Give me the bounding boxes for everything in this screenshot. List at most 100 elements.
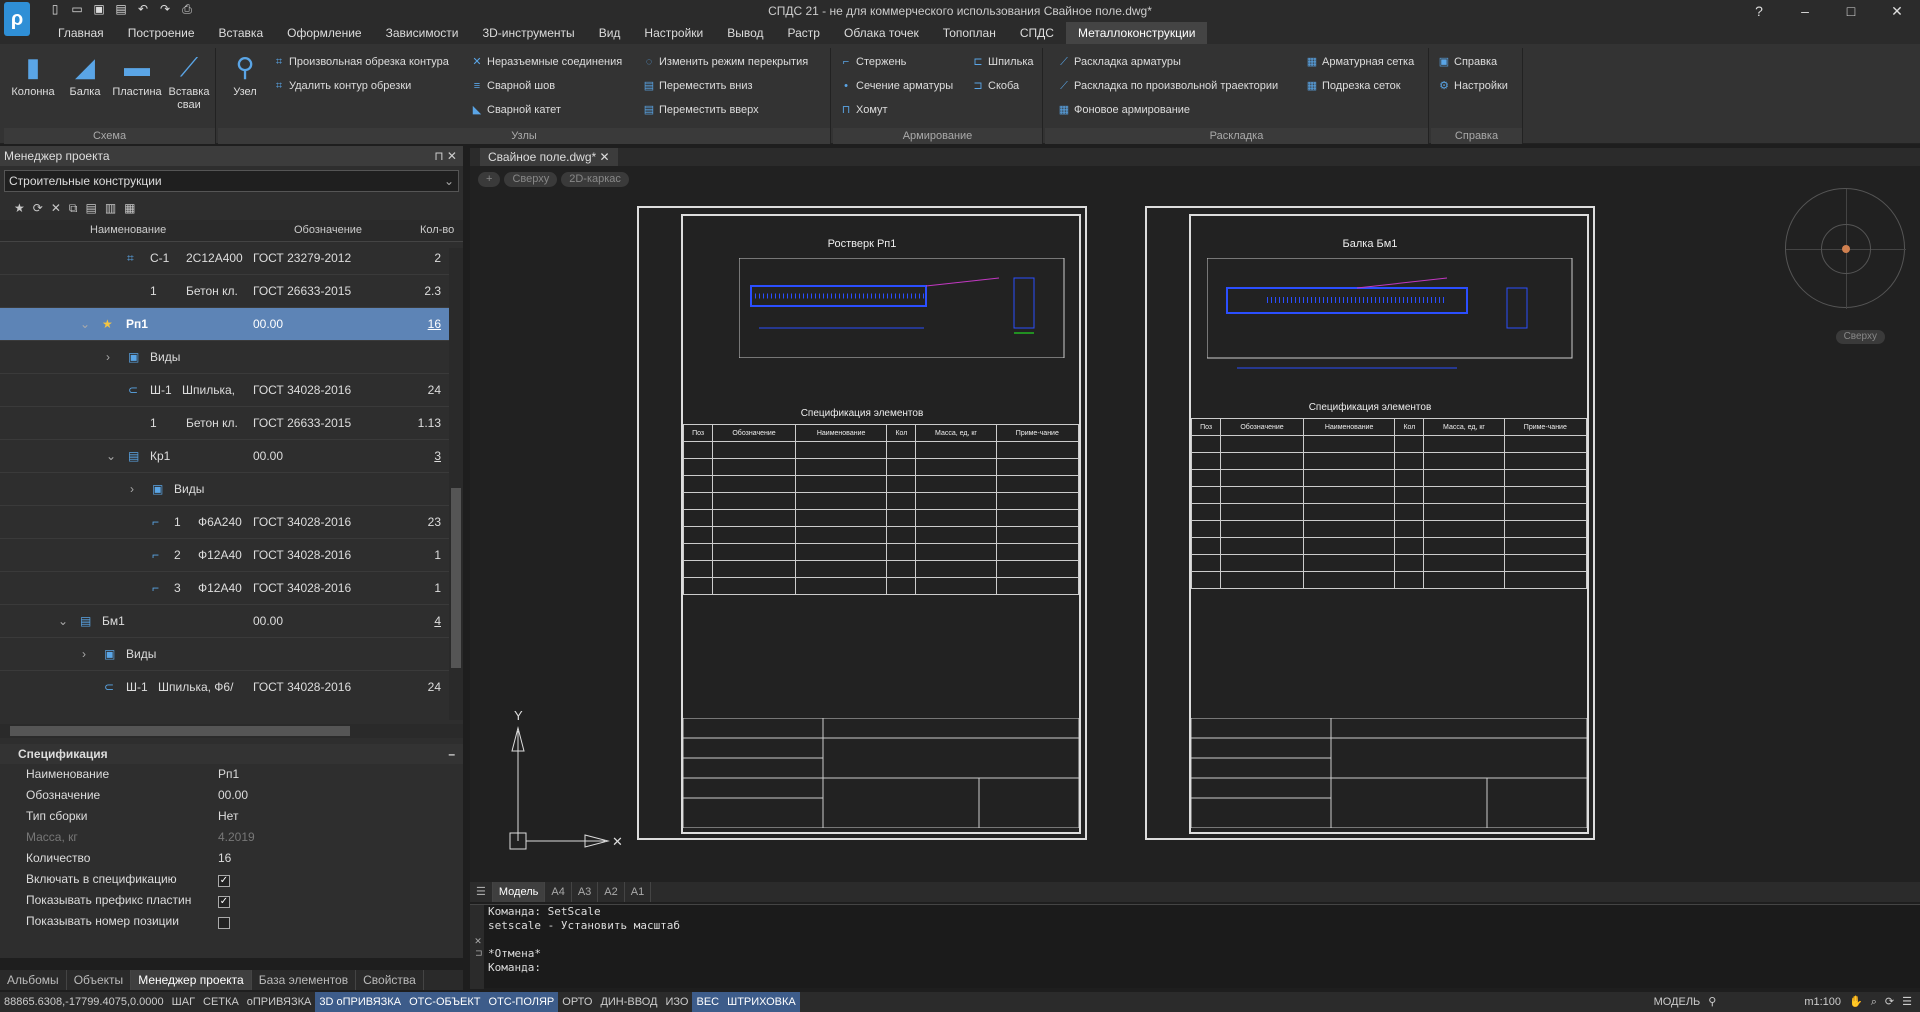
tree-row[interactable]: ⊂ Ш-1 Шпилька, Ф6/ГОСТ 34028-2016 24 (0, 671, 463, 702)
tab-metal-structures[interactable]: Металлоконструкции (1065, 22, 1208, 44)
tree-row[interactable]: › ▣ Виды (0, 638, 463, 671)
drawing-sheet-2[interactable]: Балка Бм1 Спецификация элементов Поз Обоз… (1145, 206, 1595, 840)
tab-properties[interactable]: Свойства (356, 970, 424, 990)
toggle-snap[interactable]: ШАГ (168, 992, 199, 1012)
zoom-icon[interactable]: ⌕ (1867, 992, 1881, 1012)
view-direction-button[interactable]: Сверху (504, 172, 558, 187)
tree-horizontal-scrollbar[interactable] (0, 724, 463, 738)
help-button[interactable]: ▣ Справка (1437, 52, 1497, 72)
tab-a1[interactable]: А1 (625, 882, 652, 902)
prop-row[interactable]: Включать в спецификацию ✓ (0, 869, 463, 890)
collapse-chevron-icon[interactable]: ⌄ (58, 614, 68, 628)
tree-row[interactable]: ⌐ 1 Ф6А240 ГОСТ 34028-2016 23 (0, 506, 463, 539)
tab-model[interactable]: Модель (492, 882, 546, 902)
close-button[interactable]: ✕ (1874, 0, 1920, 22)
toggle-3d-osnap[interactable]: 3D оПРИВЯЗКА (315, 992, 406, 1012)
tab-home[interactable]: Главная (46, 22, 116, 44)
tab-a3[interactable]: А3 (572, 882, 599, 902)
scrollbar-thumb[interactable] (451, 488, 461, 668)
delete-icon[interactable]: ✕ (51, 201, 61, 215)
prop-row[interactable]: Наименование Рп1 (0, 764, 463, 785)
command-input[interactable]: Команда: (488, 961, 541, 974)
expand-chevron-icon[interactable]: › (130, 482, 134, 496)
toggle-osnap[interactable]: оПРИВЯЗКА (243, 992, 316, 1012)
export-icon[interactable]: ▥ (105, 201, 116, 215)
collapse-chevron-icon[interactable]: ⌄ (80, 317, 90, 331)
model-space-indicator[interactable]: МОДЕЛЬ (1650, 992, 1705, 1012)
tab-3d[interactable]: 3D-инструменты (470, 22, 586, 44)
plate-button[interactable]: ▬ Пластина (112, 52, 162, 99)
tab-objects[interactable]: Объекты (67, 970, 132, 990)
layout-menu-icon[interactable]: ☰ (470, 882, 493, 902)
node-button[interactable]: ⚲ Узел (220, 52, 270, 99)
tab-build[interactable]: Построение (116, 22, 207, 44)
beam-button[interactable]: ◢ Балка (60, 52, 110, 99)
include-in-spec-checkbox[interactable]: ✓ (218, 875, 230, 887)
arbitrary-contour-cut-button[interactable]: ⌗ Произвольная обрезка контура (272, 52, 449, 72)
prop-row[interactable]: Обозначение 00.00 (0, 785, 463, 806)
visual-style-button[interactable]: 2D-каркас (561, 172, 629, 187)
tab-a2[interactable]: А2 (598, 882, 625, 902)
col-qty-header[interactable]: Кол-во (420, 224, 454, 236)
spec-header[interactable]: Спецификация – (0, 744, 463, 764)
panel-pin-close[interactable]: ⊓ ✕ (434, 146, 457, 166)
column-button[interactable]: ▮ Колонна (8, 52, 58, 99)
stirrup-button[interactable]: ⊓ Хомут (839, 100, 888, 120)
close-icon[interactable]: ✕ (600, 150, 610, 164)
category-combobox[interactable]: Строительные конструкции ⌄ (4, 170, 459, 192)
rod-button[interactable]: ⌐ Стержень (839, 52, 907, 72)
tab-output[interactable]: Вывод (715, 22, 775, 44)
arbitrary-trajectory-layout-button[interactable]: ⟋ Раскладка по произвольной траектории (1057, 76, 1278, 96)
annotation-icon[interactable]: ⚲ (1704, 992, 1720, 1012)
prop-row[interactable]: Показывать номер позиции (0, 911, 463, 932)
pan-icon[interactable]: ✋ (1845, 992, 1867, 1012)
remove-cut-contour-button[interactable]: ⌗ Удалить контур обрезки (272, 76, 411, 96)
rebar-layout-button[interactable]: ⟋ Раскладка арматуры (1057, 52, 1181, 72)
toggle-hatch[interactable]: ШТРИХОВКА (723, 992, 800, 1012)
tree-row[interactable]: › ▣ Виды (0, 341, 463, 374)
insert-pile-button[interactable]: ⟋ Вставка сваи (164, 52, 214, 112)
move-down-button[interactable]: ▤ Переместить вниз (642, 76, 753, 96)
minimize-button[interactable]: – (1782, 0, 1828, 22)
copy-icon[interactable]: ⧉ (69, 201, 78, 216)
tree-row[interactable]: › ▣ Виды (0, 473, 463, 506)
app-logo[interactable]: ρ (4, 2, 30, 36)
toggle-polar-tracking[interactable]: ОТС-ПОЛЯР (484, 992, 559, 1012)
tree-row[interactable]: ⌄ ▤ Кр1 00.00 3 (0, 440, 463, 473)
tab-format[interactable]: Оформление (275, 22, 373, 44)
tab-view[interactable]: Вид (587, 22, 633, 44)
viewport-menu-button[interactable]: + (478, 172, 501, 187)
weld-leg-button[interactable]: ◣ Сварной катет (470, 100, 561, 120)
tree-row-selected[interactable]: ⌄ ★ Рп1 00.00 16 (0, 308, 463, 341)
tab-element-base[interactable]: База элементов (252, 970, 357, 990)
tree-row[interactable]: ⌗ С-1 2С12А400 ГОСТ 23279-2012 2 (0, 242, 463, 275)
compass-view-label[interactable]: Сверху (1835, 330, 1885, 344)
show-plate-prefix-checkbox[interactable]: ✓ (218, 896, 230, 908)
prop-row[interactable]: Показывать префикс пластин ✓ (0, 890, 463, 911)
tree-row[interactable]: ⌐ 2 Ф12А40 ГОСТ 34028-2016 1 (0, 539, 463, 572)
tree-row[interactable]: ⌄ ▤ Бм1 00.00 4 (0, 605, 463, 638)
prop-row[interactable]: Количество 16 (0, 848, 463, 869)
change-overlap-mode-button[interactable]: ◌ Изменить режим перекрытия (642, 52, 808, 72)
prop-row[interactable]: Тип сборки Нет (0, 806, 463, 827)
col-name-header[interactable]: Наименование (90, 224, 166, 236)
rebar-mesh-button[interactable]: ▦ Арматурная сетка (1305, 52, 1414, 72)
weld-seam-button[interactable]: ≡ Сварной шов (470, 76, 555, 96)
help-icon[interactable]: ? (1736, 0, 1782, 22)
bracket-button[interactable]: ⊐ Скоба (971, 76, 1019, 96)
orbit-icon[interactable]: ⟳ (1881, 992, 1898, 1012)
tab-topoplan[interactable]: Топоплан (931, 22, 1008, 44)
tab-spds[interactable]: СПДС (1008, 22, 1066, 44)
tab-project-manager[interactable]: Менеджер проекта (131, 970, 252, 990)
maximize-button[interactable]: □ (1828, 0, 1874, 22)
permanent-joints-button[interactable]: ✕ Неразъемные соединения (470, 52, 622, 72)
annotation-scale[interactable]: m1:100 (1800, 992, 1845, 1012)
tab-insert[interactable]: Вставка (207, 22, 276, 44)
toggle-lineweight[interactable]: ВЕС (692, 992, 724, 1012)
collapse-chevron-icon[interactable]: ⌄ (106, 449, 116, 463)
command-line-panel[interactable]: ✕ ⊓ Команда: SetScale setscale - Установ… (470, 904, 1920, 989)
mesh-trim-button[interactable]: ▦ Подрезка сеток (1305, 76, 1401, 96)
background-reinforcement-button[interactable]: ▦ Фоновое армирование (1057, 100, 1190, 120)
view-cube-compass[interactable] (1785, 188, 1906, 309)
table-icon[interactable]: ▦ (124, 201, 135, 215)
